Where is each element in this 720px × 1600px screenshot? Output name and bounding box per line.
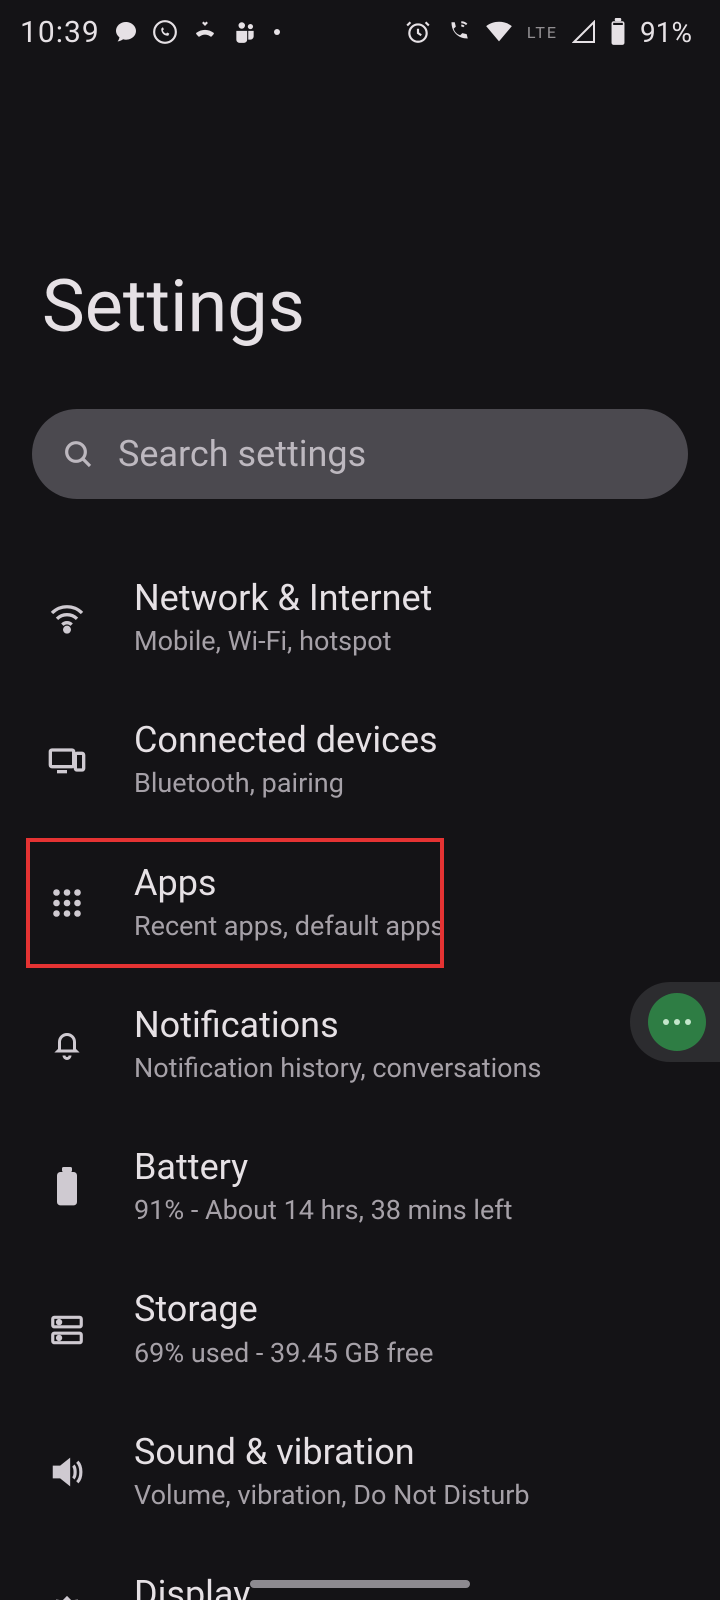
setting-subtitle: Recent apps, default apps — [134, 909, 678, 944]
apps-grid-icon — [42, 878, 92, 928]
setting-subtitle: 91% - About 14 hrs, 38 mins left — [134, 1193, 678, 1228]
battery-icon — [610, 18, 626, 46]
more-icon — [648, 993, 706, 1051]
setting-title: Sound & vibration — [134, 1431, 678, 1474]
network-type: LTE — [527, 23, 558, 42]
wifi-icon — [42, 593, 92, 643]
setting-title: Connected devices — [134, 719, 678, 762]
setting-sound[interactable]: Sound & vibration Volume, vibration, Do … — [0, 1401, 720, 1543]
search-icon — [62, 438, 94, 470]
setting-subtitle: Notification history, conversations — [134, 1051, 678, 1086]
wifi-icon — [485, 20, 513, 44]
setting-subtitle: Volume, vibration, Do Not Disturb — [134, 1478, 678, 1513]
settings-list: Network & Internet Mobile, Wi-Fi, hotspo… — [0, 547, 720, 1600]
setting-storage[interactable]: Storage 69% used - 39.45 GB free — [0, 1258, 720, 1400]
teams-icon — [232, 19, 258, 45]
missed-call-icon — [192, 19, 218, 45]
bell-icon — [42, 1020, 92, 1070]
setting-title: Notifications — [134, 1004, 678, 1047]
setting-subtitle: Bluetooth, pairing — [134, 766, 678, 801]
devices-icon — [42, 735, 92, 785]
signal-icon — [572, 20, 596, 44]
page-title: Settings — [0, 64, 720, 349]
setting-subtitle: 69% used - 39.45 GB free — [134, 1336, 678, 1371]
gesture-handle[interactable] — [250, 1580, 470, 1588]
status-clock: 10:39 — [20, 15, 100, 50]
status-bar: 10:39 LTE 91% — [0, 0, 720, 64]
setting-title: Storage — [134, 1288, 678, 1331]
setting-title: Network & Internet — [134, 577, 678, 620]
assistant-fab[interactable] — [630, 982, 720, 1062]
setting-connected-devices[interactable]: Connected devices Bluetooth, pairing — [0, 689, 720, 831]
setting-notifications[interactable]: Notifications Notification history, conv… — [0, 974, 720, 1116]
setting-title: Apps — [134, 862, 678, 905]
battery-icon — [42, 1162, 92, 1212]
battery-percent: 91% — [640, 16, 692, 49]
setting-display[interactable]: Display Dark theme, font size, brightnes… — [0, 1543, 720, 1600]
setting-network[interactable]: Network & Internet Mobile, Wi-Fi, hotspo… — [0, 547, 720, 689]
storage-icon — [42, 1305, 92, 1355]
setting-title: Battery — [134, 1146, 678, 1189]
search-settings[interactable]: Search settings — [32, 409, 688, 499]
alarm-icon — [405, 19, 431, 45]
more-dot-icon — [272, 27, 282, 37]
setting-battery[interactable]: Battery 91% - About 14 hrs, 38 mins left — [0, 1116, 720, 1258]
volume-icon — [42, 1447, 92, 1497]
whatsapp-icon — [152, 19, 178, 45]
setting-apps[interactable]: Apps Recent apps, default apps — [0, 832, 720, 974]
chat-bubble-icon — [114, 20, 138, 44]
wifi-calling-icon — [445, 19, 471, 45]
search-placeholder: Search settings — [118, 433, 366, 475]
brightness-icon — [42, 1589, 92, 1600]
setting-subtitle: Mobile, Wi-Fi, hotspot — [134, 624, 678, 659]
